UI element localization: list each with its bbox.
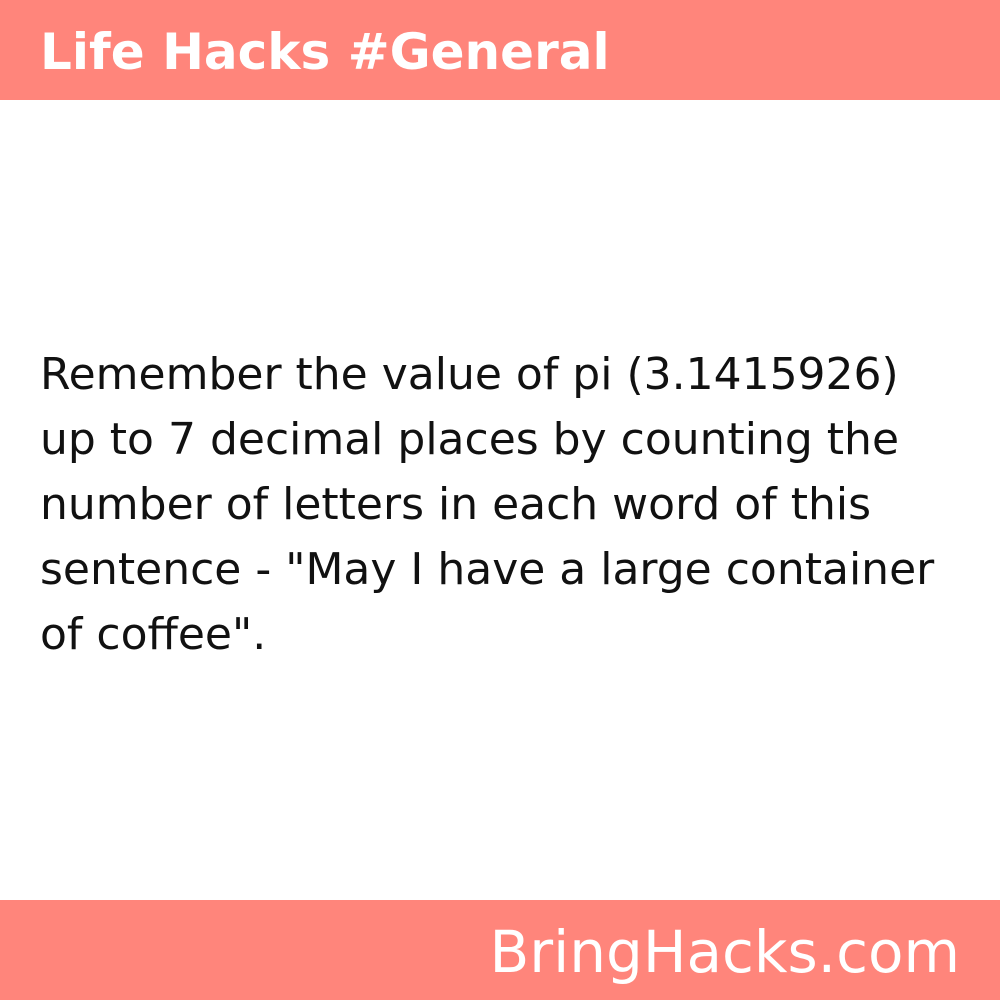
brand-label: BringHacks.com: [489, 918, 961, 986]
life-hack-card: Life Hacks #General Remember the value o…: [0, 0, 1000, 1000]
page-title: Life Hacks #General: [40, 23, 610, 81]
header-banner: Life Hacks #General: [0, 0, 1000, 100]
footer-banner: BringHacks.com: [0, 900, 1000, 1000]
hack-text: Remember the value of pi (3.1415926) up …: [40, 349, 935, 660]
